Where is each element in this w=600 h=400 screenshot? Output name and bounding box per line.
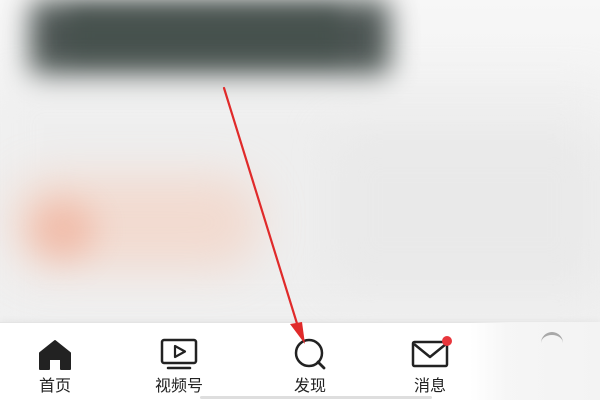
- tab-bar-faded-edge: [470, 322, 600, 400]
- tab-messages-label: 消息: [413, 376, 446, 395]
- home-icon: [35, 337, 75, 371]
- blurred-right-content: [330, 130, 600, 290]
- nav-bottom-indicator: [200, 396, 432, 399]
- search-icon: [290, 337, 330, 371]
- blurred-header-content-inner: [70, 10, 340, 60]
- tab-home-label: 首页: [38, 376, 71, 395]
- tab-home[interactable]: 首页: [15, 323, 95, 400]
- notification-badge-dot: [442, 336, 452, 346]
- tab-messages[interactable]: 消息: [390, 323, 470, 400]
- tab-discover[interactable]: 发现: [270, 323, 350, 400]
- blurred-red-content: [30, 200, 95, 260]
- tab-video-channel-label: 视频号: [154, 376, 203, 395]
- video-play-icon: [159, 337, 199, 371]
- tab-video-channel[interactable]: 视频号: [139, 323, 219, 400]
- app-screen: 首页 视频号 发现 消息: [0, 0, 600, 400]
- tab-discover-label: 发现: [293, 376, 326, 395]
